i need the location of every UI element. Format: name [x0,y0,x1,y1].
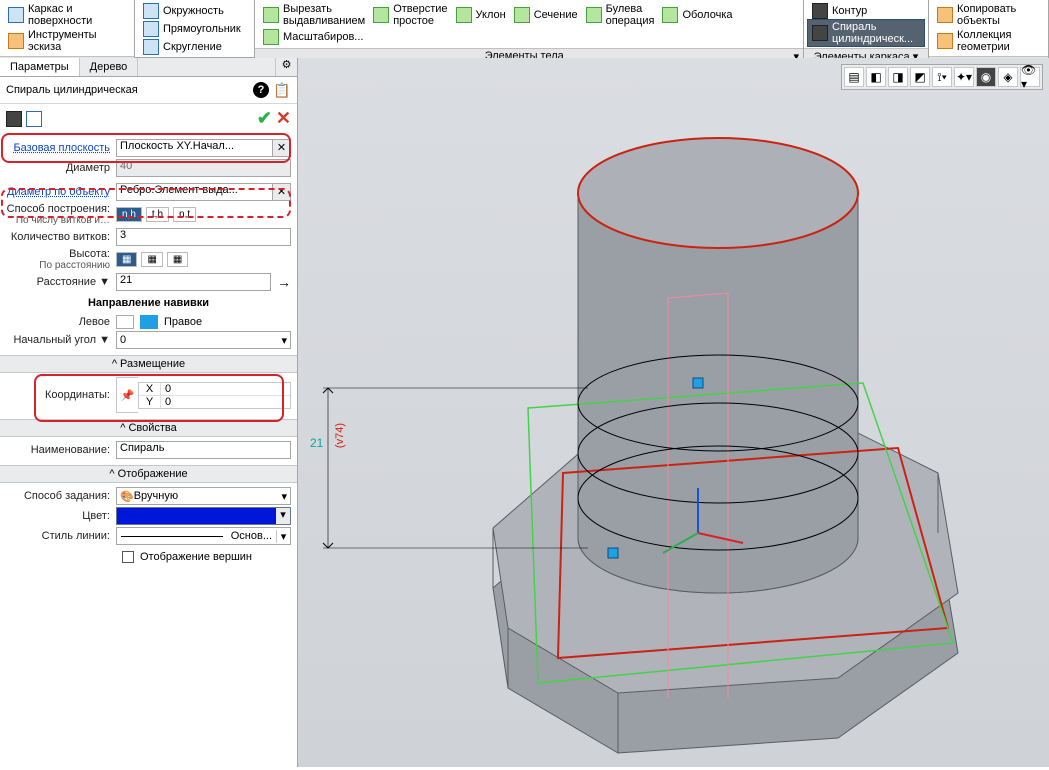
method-opt-nt[interactable]: n,t [173,207,196,222]
view-tool-4[interactable]: ⟟▾ [932,67,952,87]
height-options[interactable]: ▦ ▦ ▦ [116,252,291,267]
viewport-toolbar: ▤ ◧ ◨ ◩ ⟟▾ ✦▾ ◉ ◈ 👁▾ [841,64,1043,90]
base-plane-label[interactable]: Базовая плоскость [6,142,116,154]
ribbon-item-rect[interactable]: Прямоугольник [139,20,250,38]
distance-input[interactable]: 21 [116,273,271,291]
view-tool-1[interactable]: ◧ [866,67,886,87]
ribbon-item-cut-extrude[interactable]: Вырезать выдавливанием [259,2,369,28]
view-hide-icon[interactable]: 👁▾ [1020,67,1040,87]
direction-arrow-icon[interactable]: → [271,274,291,290]
ribbon-item-sketch-tools[interactable]: Инструменты эскиза [4,28,101,54]
ribbon-item-scale[interactable]: Масштабиров... [259,28,367,46]
coord-x-input[interactable]: 0 [161,383,290,395]
ribbon-item-draft[interactable]: Уклон [452,2,510,28]
diameter-label: Диаметр [6,162,116,174]
height-opt-3[interactable]: ▦ [167,252,188,267]
start-angle-label[interactable]: Начальный угол ▼ [6,334,116,346]
apply-button[interactable]: ✔ [257,108,272,129]
diam-obj-label[interactable]: Диаметр по объекту [6,186,116,198]
diameter-input: 40 [116,159,291,177]
properties-panel: Параметры Дерево ⚙ Спираль цилиндрическа… [0,58,298,767]
turns-label: Количество витков: [6,231,116,243]
method-label: Способ построения: По числу витков и… [6,203,116,226]
placement-header[interactable]: ^ Размещение [0,355,297,373]
disp-method-label: Способ задания: [6,490,116,502]
mode-manual-icon[interactable] [26,111,42,127]
help-icon[interactable]: ? [253,82,269,98]
height-opt-1[interactable]: ▦ [116,252,137,267]
mode-auto-icon[interactable] [6,111,22,127]
diam-obj-input[interactable]: Ребро.Элемент выда... [116,183,273,201]
cancel-button[interactable]: ✕ [276,108,291,129]
coord-y-input[interactable]: 0 [161,396,290,408]
show-vertices-label: Отображение вершин [140,551,252,563]
ribbon-item-shell[interactable]: Оболочка [658,2,736,28]
properties-header[interactable]: ^ Свойства [0,419,297,437]
panel-settings-icon[interactable]: ⚙ [275,58,297,76]
color-select[interactable]: ▾ [116,507,291,525]
height-label: Высота: По расстоянию [6,248,116,271]
distance-label[interactable]: Расстояние ▼ [6,276,116,288]
ribbon-item-circle[interactable]: Окружность [139,2,250,20]
ribbon-item-fillet[interactable]: Скругление [139,38,250,56]
name-label: Наименование: [6,444,116,456]
winding-right-swatch[interactable] [140,315,158,329]
winding-title: Направление навивки [6,293,291,313]
method-options[interactable]: n,h t,h n,t [116,207,291,222]
linestyle-select[interactable]: Основ...▾ [116,527,291,545]
viewport-3d[interactable]: ▤ ◧ ◨ ◩ ⟟▾ ✦▾ ◉ ◈ 👁▾ [298,58,1049,767]
method-opt-th[interactable]: t,h [146,207,169,222]
base-plane-clear[interactable]: ✕ [273,139,291,157]
dimension-21: 21 [310,436,323,450]
variables-icon[interactable]: 📋 [273,81,291,99]
coord-label: Координаты: [6,389,116,401]
ribbon-item-spiral[interactable]: Спираль цилиндрическ... [808,20,924,46]
view-tool-5[interactable]: ✦▾ [954,67,974,87]
view-tool-2[interactable]: ◨ [888,67,908,87]
viewport-canvas [298,58,1049,767]
coord-y-label: Y [139,396,161,408]
tab-tree[interactable]: Дерево [80,58,139,76]
height-opt-2[interactable]: ▦ [141,252,162,267]
coord-pin-icon[interactable]: 📌 [116,377,138,413]
ribbon-item-hole[interactable]: Отверстие простое [369,2,451,28]
diam-obj-clear[interactable]: ✕ [273,183,291,201]
operation-title: Спираль цилиндрическая [6,84,138,96]
show-vertices-checkbox[interactable] [122,551,134,563]
ribbon-item-copy[interactable]: Копировать объекты [933,2,1044,28]
ribbon-item-surfaces[interactable]: Каркас и поверхности [4,2,96,28]
view-wire-icon[interactable]: ◈ [998,67,1018,87]
view-shaded-icon[interactable]: ◉ [976,67,996,87]
linestyle-label: Стиль линии: [6,530,116,542]
method-opt-nh[interactable]: n,h [116,207,142,222]
winding-toggle[interactable]: Правое [116,315,291,329]
base-plane-input[interactable]: Плоскость XY.Начал... [116,139,273,157]
ribbon: Каркас и поверхности Инструменты эскиза … [0,0,1049,58]
display-header[interactable]: ^ Отображение [0,465,297,483]
winding-right-label: Правое [164,316,202,328]
winding-left-swatch[interactable] [116,315,134,329]
view-tool-3[interactable]: ◩ [910,67,930,87]
ribbon-item-collection[interactable]: Коллекция геометрии [933,28,1044,54]
ribbon-item-boolean[interactable]: Булева операция [582,2,659,28]
coord-x-label: X [139,383,161,395]
dimension-v74: (v74) [334,423,346,448]
start-angle-input[interactable]: 0▾ [116,331,291,349]
ribbon-item-section[interactable]: Сечение [510,2,582,28]
disp-method-select[interactable]: 🎨 Вручную▾ [116,487,291,505]
winding-left-label: Левое [6,316,116,328]
tab-parameters[interactable]: Параметры [0,58,80,76]
name-input[interactable]: Спираль [116,441,291,459]
ribbon-item-contour[interactable]: Контур [808,2,924,20]
color-label: Цвет: [6,510,116,522]
view-normal-icon[interactable]: ▤ [844,67,864,87]
turns-input[interactable]: 3 [116,228,291,246]
